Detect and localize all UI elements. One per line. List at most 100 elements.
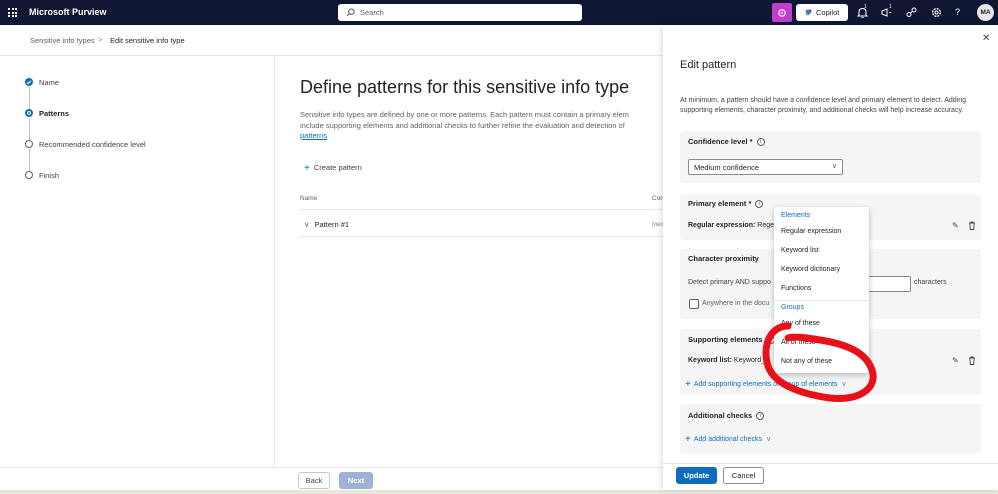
menu-item-regular-expression[interactable]: Regular expression: [781, 228, 841, 235]
gear-icon[interactable]: [930, 6, 943, 19]
cancel-button[interactable]: Cancel: [723, 467, 764, 484]
step-name-label[interactable]: Name: [39, 78, 59, 87]
menu-item-keyword-dictionary[interactable]: Keyword dictionary: [781, 266, 840, 273]
column-header-name[interactable]: Name: [300, 195, 317, 202]
step-patterns-label[interactable]: Patterns: [39, 109, 69, 118]
app-title[interactable]: Microsoft Purview: [29, 7, 107, 17]
pattern-name: Pattern #1: [314, 220, 350, 229]
table-header-divider: [300, 209, 663, 210]
edit-pencil-icon[interactable]: ✎: [952, 356, 959, 365]
bell-icon[interactable]: [856, 6, 869, 19]
menu-item-keyword-list[interactable]: Keyword list: [781, 247, 819, 254]
step-finish-label[interactable]: Finish: [39, 171, 59, 180]
info-icon[interactable]: i: [755, 200, 764, 208]
supporting-element-key: Keyword list:: [688, 357, 732, 364]
add-additional-checks-button[interactable]: + Add additional checks ∨: [685, 433, 772, 445]
column-header-confidence[interactable]: Con: [652, 195, 663, 202]
edit-pencil-icon[interactable]: ✎: [952, 221, 959, 230]
chevron-down-icon: ∨: [841, 381, 847, 388]
anywhere-checkbox[interactable]: [689, 299, 699, 309]
panel-description: At minimum, a pattern should have a conf…: [680, 97, 966, 114]
step-completed-check-icon: [25, 78, 33, 86]
chevron-down-icon[interactable]: ∨: [304, 220, 310, 229]
breadcrumb: Sensitive info types > Edit sensitive in…: [30, 35, 185, 45]
table-row[interactable]: ∨ Pattern #1: [304, 220, 354, 229]
step-connector: [28, 118, 30, 140]
menu-item-functions[interactable]: Functions: [781, 285, 811, 292]
plus-icon: +: [685, 379, 691, 390]
anywhere-label: Anywhere in the docu: [702, 300, 770, 307]
step-connector: [28, 87, 30, 109]
primary-element-title-text: Primary element *: [688, 199, 752, 208]
menu-item-not-any-of-these[interactable]: Not any of these: [781, 358, 832, 365]
confidence-select[interactable]: Medium confidence ∨: [688, 159, 843, 175]
create-pattern-button[interactable]: + Create pattern: [304, 162, 362, 174]
confidence-title-text: Confidence level *: [688, 137, 753, 146]
pattern-confidence: Med: [652, 222, 663, 228]
header-divider: [0, 55, 663, 56]
patterns-link[interactable]: patterns: [300, 131, 327, 140]
add-supporting-button[interactable]: + Add supporting elements or group of ele…: [685, 378, 847, 390]
close-icon[interactable]: ✕: [982, 33, 990, 44]
app-launcher-icon[interactable]: [8, 8, 17, 17]
avatar[interactable]: MA: [977, 4, 994, 21]
copilot-app-button[interactable]: [772, 3, 792, 22]
proximity-distance-input[interactable]: [868, 276, 911, 292]
panel-title: Edit pattern: [680, 59, 737, 71]
additional-title: Additional checks i: [688, 411, 765, 421]
primary-element-title: Primary element * i: [688, 199, 764, 209]
proximity-unit: characters: [914, 279, 947, 286]
copilot-button[interactable]: Copilot: [796, 4, 848, 21]
proximity-title: Character proximity: [688, 254, 759, 263]
supporting-title: Supporting elements i: [688, 335, 775, 345]
add-additional-label: Add additional checks: [693, 436, 762, 443]
menu-divider: [774, 300, 869, 301]
supporting-element-value: Keyword_: [731, 357, 766, 364]
plus-icon: +: [304, 163, 310, 174]
search-icon: [346, 8, 355, 17]
table-row-divider: [300, 236, 663, 237]
add-supporting-label: Add supporting elements or group of elem…: [693, 381, 838, 388]
menu-item-any-of-these[interactable]: Any of these: [781, 320, 820, 327]
next-button[interactable]: Next: [339, 472, 373, 489]
step-pending-icon: [25, 171, 33, 179]
chevron-down-icon: ∨: [831, 163, 837, 170]
search-placeholder: Search: [360, 8, 384, 17]
breadcrumb-current: Edit sensitive info type: [110, 36, 185, 45]
update-button[interactable]: Update: [676, 467, 717, 484]
info-icon[interactable]: i: [756, 138, 765, 146]
step-confidence-label[interactable]: Recommended confidence level: [39, 140, 146, 149]
share-link-icon[interactable]: [905, 6, 918, 19]
create-pattern-label: Create pattern: [313, 163, 362, 172]
help-icon[interactable]: ?: [955, 7, 960, 17]
confidence-value: Medium confidence: [694, 163, 760, 172]
step-current-icon: [25, 109, 33, 117]
description-line-2: include supporting elements and addition…: [300, 120, 625, 130]
supporting-title-text: Supporting elements: [688, 335, 763, 344]
chevron-down-icon: ∨: [765, 436, 772, 443]
trash-icon[interactable]: [968, 221, 976, 232]
top-bar: Microsoft Purview Search Copilot 1 1 ? M…: [0, 0, 998, 25]
copilot-label: Copilot: [816, 8, 840, 17]
page-title: Define patterns for this sensitive info …: [300, 77, 630, 97]
menu-header-elements: Elements: [781, 212, 811, 219]
breadcrumb-item-sensitive-info-types[interactable]: Sensitive info types: [30, 36, 95, 45]
additional-title-text: Additional checks: [688, 411, 753, 420]
search-input[interactable]: Search: [338, 4, 582, 21]
menu-item-all-of-these[interactable]: All of these: [781, 339, 816, 346]
proximity-text: Detect primary AND suppo: [688, 279, 771, 286]
primary-element-row: Regular expression: Regex_: [688, 222, 781, 229]
info-icon[interactable]: i: [756, 412, 765, 420]
plus-icon: +: [685, 434, 691, 445]
primary-element-key: Regular expression:: [688, 222, 756, 229]
announcement-count: 1: [889, 4, 892, 10]
notification-count: 1: [864, 4, 867, 10]
menu-header-groups: Groups: [781, 304, 804, 311]
bottom-edge: [0, 490, 998, 494]
step-connector: [28, 149, 30, 171]
copilot-logo-icon: [805, 9, 812, 16]
trash-icon[interactable]: [968, 356, 976, 367]
back-button[interactable]: Back: [298, 472, 330, 489]
step-pending-icon: [25, 140, 33, 148]
page-description: Sensitive info types are defined by one …: [300, 110, 663, 142]
